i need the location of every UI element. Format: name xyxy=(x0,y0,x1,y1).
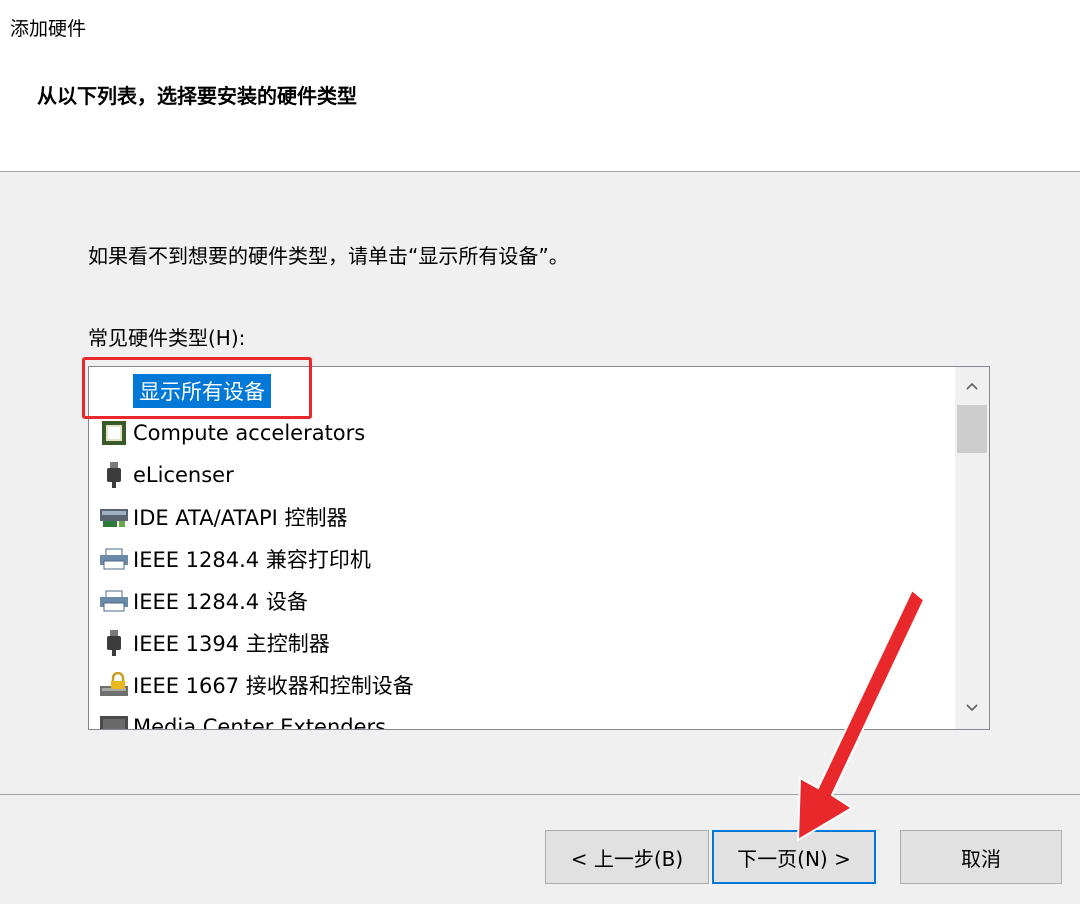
ide-controller-icon xyxy=(99,503,129,531)
list-item-label: Compute accelerators xyxy=(133,421,366,445)
list-item-elicenser[interactable]: eLicenser xyxy=(99,455,234,495)
usb-plug-icon xyxy=(99,629,129,657)
page-heading: 从以下列表，选择要安装的硬件类型 xyxy=(37,84,357,108)
hardware-type-listbox[interactable]: 显示所有设备 Compute accelerators eLicenser ID… xyxy=(88,366,990,730)
list-item-ide-ata-atapi[interactable]: IDE ATA/ATAPI 控制器 xyxy=(99,497,348,537)
list-item-media-center-extenders[interactable]: Media Center Extenders xyxy=(99,707,386,729)
list-item-label: Media Center Extenders xyxy=(133,715,387,729)
list-item-ieee-1284-printer[interactable]: IEEE 1284.4 兼容打印机 xyxy=(99,539,371,579)
list-item-label: IEEE 1667 接收器和控制设备 xyxy=(133,674,414,698)
window-title: 添加硬件 xyxy=(10,18,87,40)
list-item-compute-accelerators[interactable]: Compute accelerators xyxy=(99,413,365,453)
list-vertical-scrollbar[interactable] xyxy=(955,367,989,729)
chip-icon xyxy=(99,419,129,447)
scroll-up-arrow-icon[interactable] xyxy=(955,369,989,403)
media-extender-icon xyxy=(99,713,129,729)
list-item-label: eLicenser xyxy=(133,463,234,487)
annotation-highlight-box xyxy=(82,357,312,419)
list-item-label: IEEE 1394 主控制器 xyxy=(133,632,330,656)
list-item-ieee-1667[interactable]: IEEE 1667 接收器和控制设备 xyxy=(99,665,414,705)
list-item-label: IEEE 1284.4 兼容打印机 xyxy=(133,548,371,572)
scroll-down-arrow-icon[interactable] xyxy=(955,691,989,725)
list-item-ieee-1284-device[interactable]: IEEE 1284.4 设备 xyxy=(99,581,308,621)
list-item-ieee-1394[interactable]: IEEE 1394 主控制器 xyxy=(99,623,330,663)
list-item-label: IDE ATA/ATAPI 控制器 xyxy=(133,506,348,530)
usb-plug-icon xyxy=(99,461,129,489)
printer-icon xyxy=(99,587,129,615)
list-item-label: IEEE 1284.4 设备 xyxy=(133,590,308,614)
list-items: 显示所有设备 Compute accelerators eLicenser ID… xyxy=(89,367,955,729)
hardware-type-list-label: 常见硬件类型(H): xyxy=(88,326,246,350)
hint-text: 如果看不到想要的硬件类型，请单击“显示所有设备”。 xyxy=(88,244,569,268)
scroll-thumb[interactable] xyxy=(957,405,987,453)
lock-drive-icon xyxy=(99,671,129,699)
cancel-button[interactable]: 取消 xyxy=(900,830,1062,884)
back-button[interactable]: < 上一步(B) xyxy=(545,830,709,884)
printer-icon xyxy=(99,545,129,573)
next-button[interactable]: 下一页(N) > xyxy=(712,830,876,884)
